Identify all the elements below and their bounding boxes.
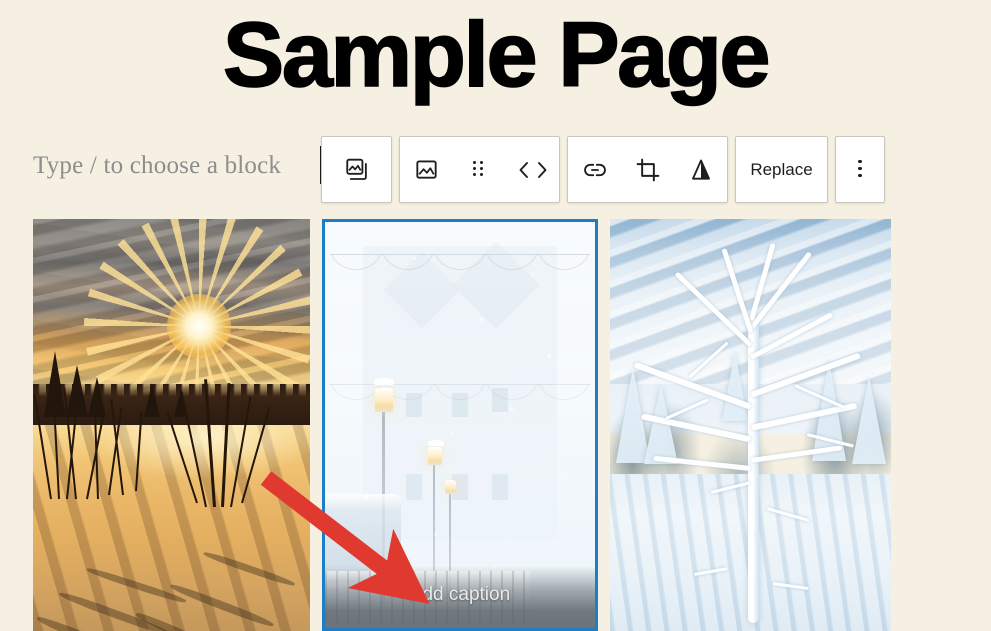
block-placeholder-text[interactable]: Type / to choose a block <box>33 152 281 180</box>
contrast-triangle-icon <box>688 157 714 183</box>
page-title: Sample Page <box>222 3 771 107</box>
move-block-buttons[interactable] <box>506 137 559 202</box>
image-icon <box>414 157 439 182</box>
replace-button[interactable]: Replace <box>736 137 827 202</box>
toolbar-group-more <box>835 136 885 203</box>
more-options-button[interactable] <box>836 137 884 202</box>
gallery-icon <box>344 157 370 183</box>
drag-handle-button[interactable] <box>453 137 506 202</box>
toolbar-group-block-controls <box>399 136 560 203</box>
drag-dots-icon <box>473 160 486 179</box>
caption-placeholder: Add caption <box>409 584 511 605</box>
duotone-filter-button[interactable] <box>674 137 727 202</box>
vertical-dots-icon <box>858 159 862 180</box>
gallery-block: Add caption <box>0 219 991 631</box>
insert-link-button[interactable] <box>568 137 621 202</box>
block-toolbar: Replace <box>321 136 885 203</box>
link-icon <box>582 157 608 183</box>
select-parent-gallery-button[interactable] <box>322 137 391 202</box>
crop-icon <box>635 157 661 183</box>
image-block-type-button[interactable] <box>400 137 453 202</box>
gallery-image-3[interactable] <box>610 219 891 631</box>
crop-button[interactable] <box>621 137 674 202</box>
chevron-left-right-icon <box>513 159 553 181</box>
gallery-image-1[interactable] <box>33 219 310 631</box>
gallery-image-2-selected[interactable]: Add caption <box>322 219 598 631</box>
frost-covered-tree-photo <box>610 219 891 631</box>
toolbar-group-parent <box>321 136 392 203</box>
caption-field[interactable]: Add caption <box>325 566 595 628</box>
toolbar-group-image-tools <box>567 136 728 203</box>
toolbar-group-replace: Replace <box>735 136 828 203</box>
winter-sunset-lake-photo <box>33 219 310 631</box>
